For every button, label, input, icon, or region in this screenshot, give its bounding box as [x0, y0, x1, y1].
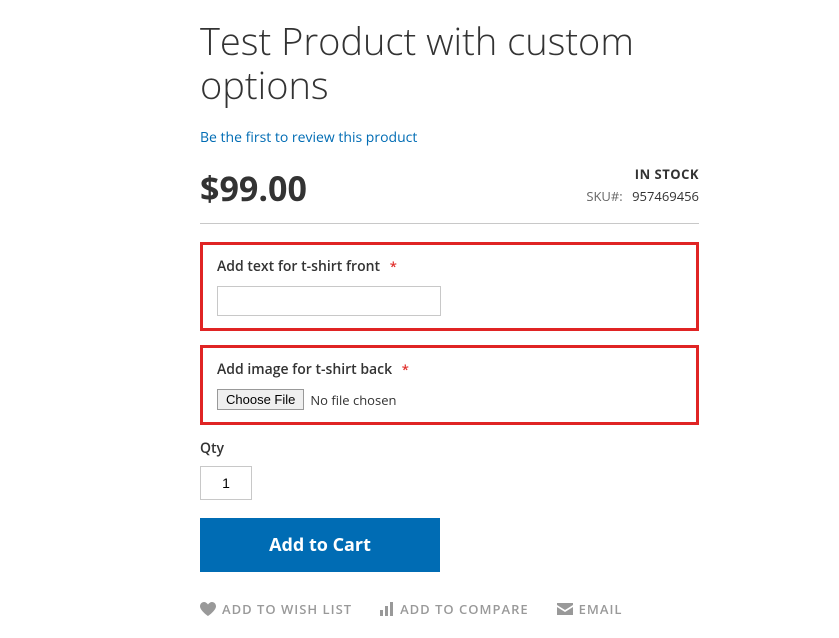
choose-file-button[interactable]: Choose File [217, 389, 304, 410]
review-link[interactable]: Be the first to review this product [200, 128, 417, 147]
required-indicator: * [390, 257, 397, 275]
file-option-label-text: Add image for t-shirt back [217, 360, 392, 379]
sku-value: 957469456 [632, 187, 699, 205]
envelope-icon [557, 603, 573, 615]
text-option-label-text: Add text for t-shirt front [217, 257, 380, 276]
wishlist-link[interactable]: ADD TO WISH LIST [200, 600, 352, 618]
product-title: Test Product with custom options [200, 20, 699, 107]
heart-icon [200, 602, 216, 616]
sku-line: SKU#: 957469456 [586, 187, 699, 205]
action-links: ADD TO WISH LIST ADD TO COMPARE EMAIL [200, 600, 699, 618]
text-option-box: Add text for t-shirt front * [200, 242, 699, 331]
text-option-label: Add text for t-shirt front * [217, 257, 682, 276]
product-price: $99.00 [200, 165, 307, 211]
stock-status: IN STOCK [586, 165, 699, 183]
sku-label: SKU#: [586, 187, 622, 205]
compare-link[interactable]: ADD TO COMPARE [380, 600, 529, 618]
price-stock-row: $99.00 IN STOCK SKU#: 957469456 [200, 165, 699, 224]
compare-label: ADD TO COMPARE [400, 600, 529, 618]
required-indicator: * [402, 360, 409, 378]
bar-chart-icon [380, 602, 394, 616]
qty-section: Qty [200, 439, 699, 500]
email-link[interactable]: EMAIL [557, 600, 623, 618]
file-input-row: Choose File No file chosen [217, 389, 682, 410]
file-option-label: Add image for t-shirt back * [217, 360, 682, 379]
email-label: EMAIL [579, 600, 623, 618]
text-option-input[interactable] [217, 286, 441, 316]
file-option-box: Add image for t-shirt back * Choose File… [200, 345, 699, 425]
add-to-cart-button[interactable]: Add to Cart [200, 518, 440, 572]
qty-input[interactable] [200, 466, 252, 500]
wishlist-label: ADD TO WISH LIST [222, 600, 352, 618]
stock-info: IN STOCK SKU#: 957469456 [586, 165, 699, 205]
file-status: No file chosen [310, 391, 396, 409]
qty-label: Qty [200, 439, 699, 458]
